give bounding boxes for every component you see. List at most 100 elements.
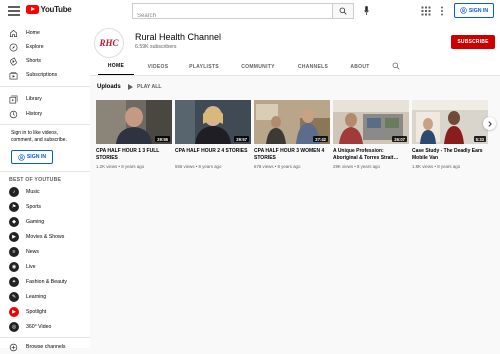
video-duration: 27:42 [313,136,328,142]
video-meta: 29K views • 8 years ago [333,164,380,169]
sidebar-item-label: Explore [26,44,44,50]
sidebar-item-label: Library [26,96,42,102]
shorts-icon [10,57,17,66]
sidebar-item-fashion[interactable]: ✦ Fashion & Beauty [0,275,90,289]
video-thumbnail[interactable]: 29:57 [175,100,251,144]
live-icon: ◉ [9,262,19,272]
sidebar-item-label: 360° Video [26,324,52,330]
sidebar-item-home[interactable]: Home [0,26,90,40]
sidebar-item-news[interactable]: ≡ News [0,245,90,259]
search-input[interactable] [133,9,329,23]
video-thumbnail[interactable]: 27:42 [254,100,330,144]
youtube-logo[interactable]: YouTube [26,5,72,14]
sign-in-button[interactable]: SIGN IN [454,3,494,18]
sidebar-item-label: Learning [26,294,47,300]
video-meta: 1.2K views • 8 years ago [96,164,145,169]
sign-in-label: SIGN IN [26,154,47,160]
sidebar-item-library[interactable]: Library [0,92,90,106]
sidebar-item-label: Subscriptions [26,72,58,78]
sidebar-divider [0,337,90,338]
subscribe-button[interactable]: SUBSCRIBE [451,35,495,49]
sidebar-divider [0,86,90,87]
gaming-icon: ◆ [9,217,19,227]
sidebar-item-history[interactable]: History [0,107,90,121]
sidebar-item-gaming[interactable]: ◆ Gaming [0,215,90,229]
sidebar-sign-in-button[interactable]: SIGN IN [11,150,53,164]
more-vertical-icon[interactable] [440,6,444,16]
video-duration: 26:07 [392,136,407,142]
sidebar-item-subscriptions[interactable]: Subscriptions [0,68,90,82]
sidebar-item-browse-channels[interactable]: Browse channels [0,340,90,354]
spotlight-icon: ▶ [9,307,19,317]
sidebar-item-label: Browse channels [26,344,66,350]
news-icon: ≡ [9,247,19,257]
video-thumbnail[interactable]: 5:33 [412,100,488,144]
video-thumbnail[interactable]: 29:55 [96,100,172,144]
360-video-icon: ◎ [9,322,19,332]
search-icon[interactable] [392,62,400,70]
play-all-label: PLAY ALL [137,84,162,90]
video-meta: 1.8K views • 8 years ago [412,164,461,169]
avatar-logo-text: RHC [99,38,119,48]
library-icon [9,95,18,104]
chevron-right-icon [487,120,492,127]
play-icon [128,84,133,90]
video-card[interactable]: 29:57 CPA HALF HOUR 2 4 STORIES 556 view… [175,100,251,169]
tab-videos[interactable]: VIDEOS [140,58,176,75]
sidebar-item-explore[interactable]: Explore [0,40,90,54]
video-title[interactable]: CPA HALF HOUR 2 4 STORIES [175,148,251,162]
sidebar-item-learning[interactable]: ✎ Learning [0,290,90,304]
subscriptions-icon [9,72,18,80]
sign-in-prompt: Sign in to like videos, comment, and sub… [11,130,67,143]
video-title[interactable]: CPA HALF HOUR 1 3 FULL STORIES [96,148,172,162]
video-title[interactable]: A Unique Profession: Aboriginal & Torres… [333,148,409,162]
sidebar-item-shorts[interactable]: Shorts [0,54,90,68]
sidebar-item-label: Music [26,189,40,195]
sign-in-label: SIGN IN [468,7,489,14]
history-icon [9,110,18,119]
sidebar-divider [0,171,90,172]
search-box [132,3,354,23]
tab-home[interactable]: HOME [98,58,134,75]
search-button[interactable] [332,3,354,19]
video-title[interactable]: CPA HALF HOUR 3 WOMEN 4 STORIES [254,148,330,162]
video-duration: 29:55 [155,136,170,142]
shelf-title[interactable]: Uploads [97,84,121,90]
video-meta: 678 views • 8 years ago [254,164,301,169]
video-card[interactable]: 29:55 CPA HALF HOUR 1 3 FULL STORIES 1.2… [96,100,172,169]
apps-grid-icon[interactable] [421,6,431,16]
sidebar-item-360-video[interactable]: ◎ 360° Video [0,320,90,334]
sidebar-item-label: Gaming [26,219,45,225]
tab-playlists[interactable]: PLAYLISTS [182,58,226,75]
sidebar-item-sports[interactable]: ⚑ Sports [0,200,90,214]
play-all-button[interactable]: PLAY ALL [128,84,162,90]
sidebar-item-label: News [26,249,39,255]
video-card[interactable]: 27:42 CPA HALF HOUR 3 WOMEN 4 STORIES 67… [254,100,330,169]
video-card[interactable]: 26:07 A Unique Profession: Aboriginal & … [333,100,409,169]
fashion-icon: ✦ [9,277,19,287]
sidebar-item-label: Spotlight [26,309,47,315]
sidebar: Home Explore Shorts Subscriptions Librar… [0,22,90,352]
sidebar-item-spotlight[interactable]: ▶ Spotlight [0,305,90,319]
microphone-icon[interactable] [364,6,369,16]
subscriber-count: 6.59K subscribers [135,44,177,50]
tab-community[interactable]: COMMUNITY [236,58,280,75]
tab-channels[interactable]: CHANNELS [292,58,334,75]
sidebar-item-label: Shorts [26,58,41,64]
next-arrow-button[interactable] [483,117,496,130]
sidebar-item-music[interactable]: ♪ Music [0,185,90,199]
account-icon [460,7,467,14]
best-of-youtube-heading: BEST OF YOUTUBE [9,177,62,183]
sidebar-item-label: Sports [26,204,41,210]
channel-avatar[interactable]: RHC [94,28,124,58]
search-icon [339,7,347,15]
video-title[interactable]: Case Study - The Deadly Ears Mobile Van [412,148,488,162]
tab-about[interactable]: ABOUT [342,58,378,75]
sidebar-divider [0,124,90,125]
sidebar-item-live[interactable]: ◉ Live [0,260,90,274]
menu-icon[interactable] [8,5,20,17]
sidebar-item-movies[interactable]: ▶ Movies & Shows [0,230,90,244]
learning-icon: ✎ [9,292,19,302]
video-thumbnail[interactable]: 26:07 [333,100,409,144]
video-card[interactable]: 5:33 Case Study - The Deadly Ears Mobile… [412,100,488,169]
